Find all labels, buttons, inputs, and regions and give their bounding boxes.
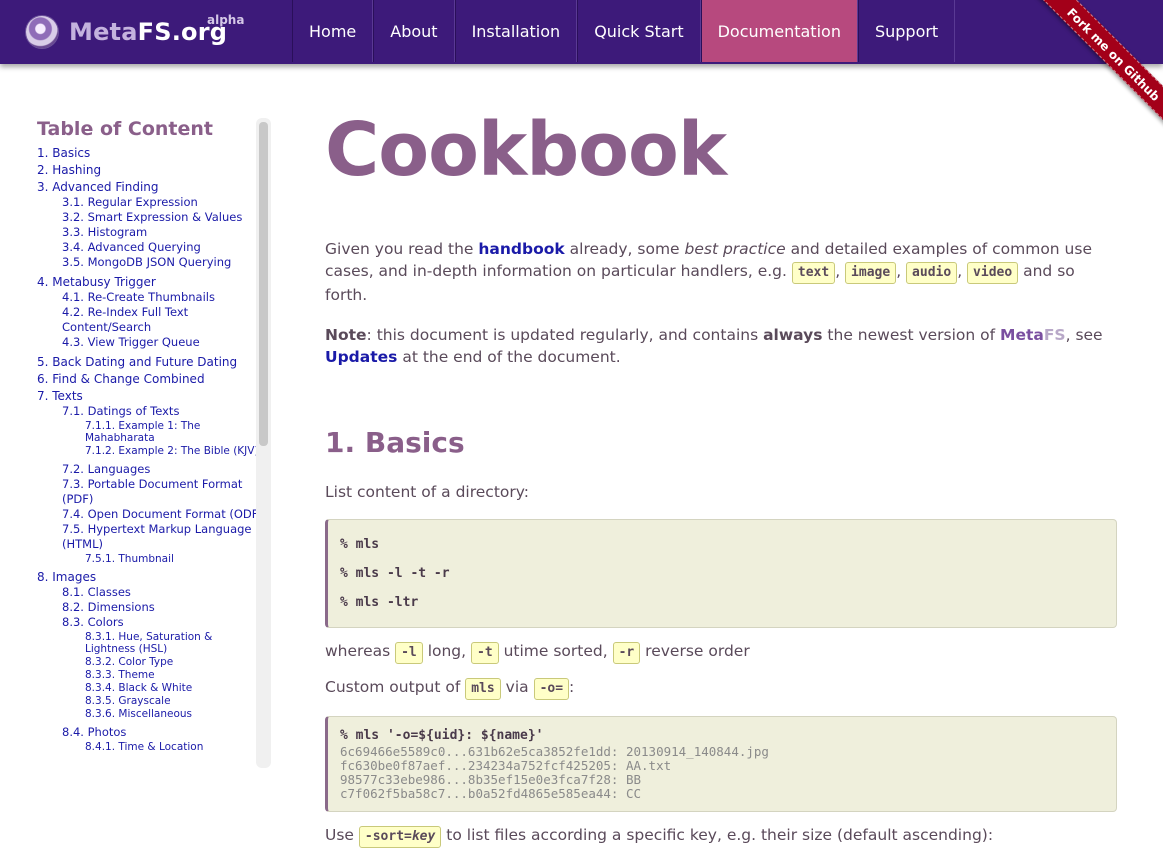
toc-item[interactable]: 3.5. MongoDB JSON Querying bbox=[37, 255, 263, 270]
code-mls: mls bbox=[465, 678, 501, 700]
toc-scrollbar-thumb[interactable] bbox=[259, 122, 268, 446]
nav-support[interactable]: Support bbox=[857, 0, 956, 62]
toc-item[interactable]: 5. Back Dating and Future Dating bbox=[37, 355, 263, 370]
toc-item[interactable]: 8.3.6. Miscellaneous bbox=[37, 708, 263, 720]
code-output-line: fc630be0f87aef...234234a752fcf425205: AA… bbox=[340, 758, 672, 773]
toc-item[interactable]: 8.3. Colors bbox=[37, 615, 263, 630]
nav-about[interactable]: About bbox=[373, 0, 455, 62]
code-output-line: 98577c33ebe986...8b35ef15e0e3fca7f28: BB bbox=[340, 772, 642, 787]
code-opt-sort: -sort=key bbox=[358, 826, 442, 848]
updates-link[interactable]: Updates bbox=[325, 348, 397, 366]
list-content-text: List content of a directory: bbox=[325, 483, 530, 501]
toc-scrollbar[interactable] bbox=[256, 118, 271, 768]
toc-list: 1. Basics 2. Hashing 3. Advanced Finding 3.… bbox=[37, 146, 263, 753]
toc-item[interactable]: 4.1. Re-Create Thumbnails bbox=[37, 290, 263, 305]
code-line: % mls -ltr bbox=[340, 595, 419, 610]
toc-item[interactable]: 7.5. Hypertext Markup Language (HTML) bbox=[37, 522, 263, 552]
main-content: Cookbook Given you read the handbook alr… bbox=[325, 100, 1117, 848]
toc-item[interactable]: 7.5.1. Thumbnail bbox=[37, 553, 263, 565]
handbook-link[interactable]: handbook bbox=[478, 240, 564, 258]
toc-item[interactable]: 7.4. Open Document Format (ODF) bbox=[37, 507, 263, 522]
toc-item[interactable]: 7.3. Portable Document Format (PDF) bbox=[37, 477, 263, 507]
section-basics-title: 1. Basics bbox=[325, 426, 465, 459]
toc-item[interactable]: 8.2. Dimensions bbox=[37, 600, 263, 615]
code-image: image bbox=[845, 262, 897, 284]
toc-item[interactable]: 8.3.4. Black & White bbox=[37, 682, 263, 694]
toc-item[interactable]: 8.4. Photos bbox=[37, 725, 263, 740]
toc-item[interactable]: 7.1.2. Example 2: The Bible (KJV) bbox=[37, 445, 263, 457]
toc-item[interactable]: 8.4.1. Time & Location bbox=[37, 741, 263, 753]
code-line: % mls bbox=[340, 537, 380, 552]
toc-item[interactable]: 3.2. Smart Expression & Values bbox=[37, 210, 263, 225]
toc-item[interactable]: 8.3.5. Grayscale bbox=[37, 695, 263, 707]
sort-key-text: Use -sort=key to list files according a … bbox=[325, 824, 1117, 848]
nav-installation[interactable]: Installation bbox=[454, 0, 578, 62]
toc-item[interactable]: 7. Texts bbox=[37, 389, 263, 404]
toc-item[interactable]: 3.4. Advanced Querying bbox=[37, 240, 263, 255]
toc-item[interactable]: 7.2. Languages bbox=[37, 462, 263, 477]
main-nav: Home About Installation Quick Start Docu… bbox=[292, 0, 956, 62]
code-audio: audio bbox=[906, 262, 958, 284]
code-opt-o: -o= bbox=[533, 678, 570, 700]
nav-quick-start[interactable]: Quick Start bbox=[577, 0, 701, 62]
code-opt-t: -t bbox=[471, 642, 499, 664]
toc-item[interactable]: 8.3.1. Hue, Saturation & Lightness (HSL) bbox=[37, 631, 263, 655]
toc-item[interactable]: 8.3.2. Color Type bbox=[37, 656, 263, 668]
nav-documentation[interactable]: Documentation bbox=[700, 0, 858, 62]
toc-item[interactable]: 7.1. Datings of Texts bbox=[37, 404, 263, 419]
brand-alpha-tag: alpha bbox=[207, 13, 245, 27]
toc-item[interactable]: 7.1.1. Example 1: The Mahabharata bbox=[37, 420, 263, 444]
code-output-line: c7f062f5ba58c7...b0a52fd4865e585ea44: CC bbox=[340, 786, 642, 801]
code-text: text bbox=[791, 262, 836, 284]
nav-home[interactable]: Home bbox=[292, 0, 374, 62]
toc-sidebar: Table of Content 1. Basics 2. Hashing 3. A… bbox=[37, 118, 263, 754]
toc-item[interactable]: 6. Find & Change Combined bbox=[37, 372, 263, 387]
code-line: % mls -l -t -r bbox=[340, 566, 450, 581]
github-ribbon: Fork me on Github bbox=[1023, 0, 1163, 140]
custom-output-text: Custom output of mls via -o=: bbox=[325, 676, 1117, 700]
toc-item[interactable]: 8. Images bbox=[37, 570, 263, 585]
code-block-custom-output: % mls '-o=${uid}: ${name}' 6c69466e5589c… bbox=[325, 716, 1117, 812]
toc-item[interactable]: 8.3.3. Theme bbox=[37, 669, 263, 681]
toc-item[interactable]: 3. Advanced Finding bbox=[37, 180, 263, 195]
code-output-line: 6c69466e5589c0...631b62e5ca3852fe1dd: 20… bbox=[340, 744, 769, 759]
code-line: % mls '-o=${uid}: ${name}' bbox=[340, 728, 544, 743]
toc-item[interactable]: 4.2. Re-Index Full Text Content/Search bbox=[37, 305, 263, 335]
brand-name: MetaFS.org bbox=[69, 18, 228, 46]
intro-paragraph: Given you read the handbook already, som… bbox=[325, 240, 1092, 304]
top-navbar: MetaFS.org alpha Home About Installation… bbox=[0, 0, 1163, 64]
toc-item[interactable]: 4. Metabusy Trigger bbox=[37, 275, 263, 290]
fork-on-github-link[interactable]: Fork me on Github bbox=[1031, 0, 1163, 137]
metafs-logo-icon bbox=[26, 16, 58, 48]
page-title: Cookbook bbox=[325, 107, 727, 193]
toc-item[interactable]: 4.3. View Trigger Queue bbox=[37, 335, 263, 350]
code-block-mls: % mls % mls -l -t -r % mls -ltr bbox=[325, 519, 1117, 628]
toc-item[interactable]: 8.1. Classes bbox=[37, 585, 263, 600]
toc-item[interactable]: 3.1. Regular Expression bbox=[37, 195, 263, 210]
note-paragraph: Note: this document is updated regularly… bbox=[325, 326, 1103, 366]
code-opt-l: -l bbox=[395, 642, 423, 664]
toc-item[interactable]: 1. Basics bbox=[37, 146, 263, 161]
toc-item[interactable]: 3.3. Histogram bbox=[37, 225, 263, 240]
options-explanation: whereas -l long, -t utime sorted, -r rev… bbox=[325, 640, 1117, 664]
toc-item[interactable]: 2. Hashing bbox=[37, 163, 263, 178]
code-opt-r: -r bbox=[612, 642, 641, 664]
toc-title: Table of Content bbox=[37, 118, 213, 140]
code-video: video bbox=[967, 262, 1019, 284]
brand-link[interactable]: MetaFS.org alpha bbox=[26, 13, 244, 50]
